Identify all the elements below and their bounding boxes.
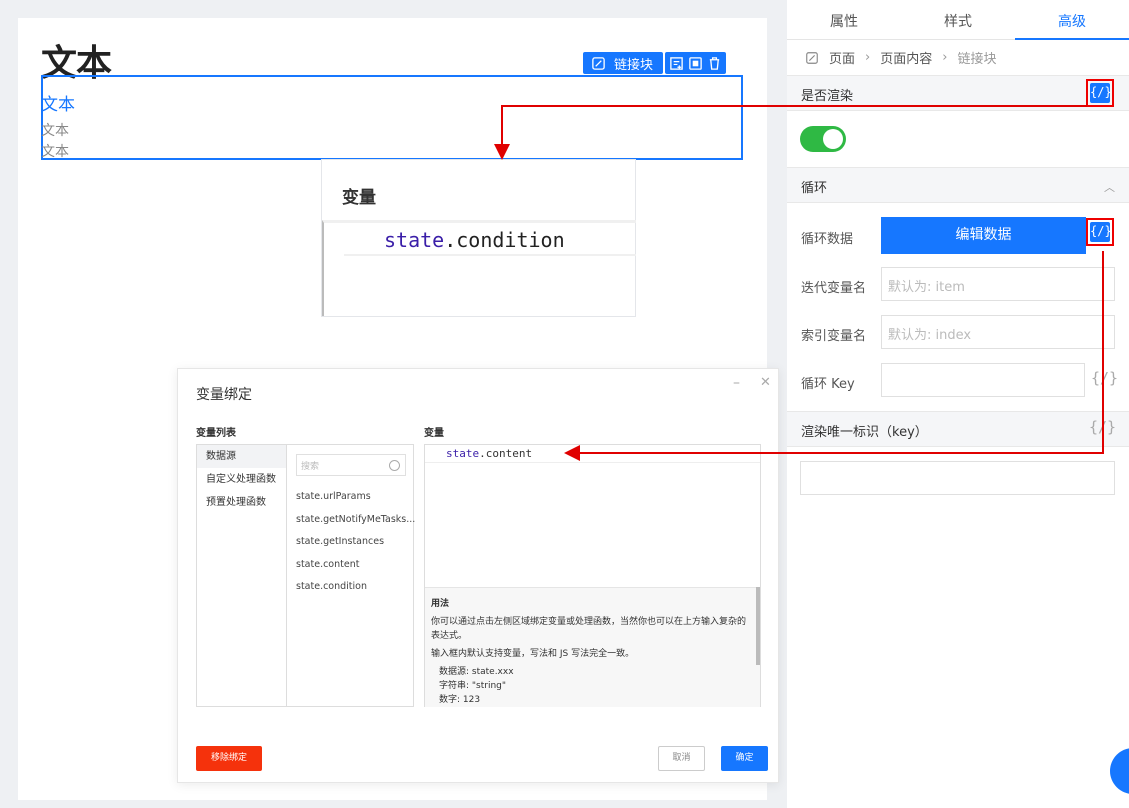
loop-variable-button[interactable]: {/} [1086, 218, 1114, 246]
variable-popover-title: 变量 [342, 188, 376, 208]
render-toggle[interactable] [800, 126, 846, 152]
edit-icon [806, 51, 818, 64]
edit-icon [592, 56, 605, 70]
tab-advanced[interactable]: 高级 [1058, 11, 1086, 31]
usage-help: 用法 你可以通过点击左侧区域绑定变量或处理函数，当然你也可以在上方输入复杂的表达… [425, 587, 760, 707]
link-text[interactable]: 文本 [41, 90, 75, 115]
code-line[interactable]: state.condition [344, 226, 636, 256]
variable-item[interactable]: state.content [296, 559, 359, 570]
link-block-button[interactable]: 链接块 [583, 52, 664, 74]
variable-list-label: 变量列表 [196, 428, 236, 439]
usage-paragraph-1: 你可以通过点击左侧区域绑定变量或处理函数，当然你也可以在上方输入复杂的表达式。 [431, 617, 747, 641]
loop-section-header[interactable]: 循环 [787, 167, 1129, 203]
tab-style[interactable]: 样式 [944, 11, 972, 31]
category-datasource[interactable]: 数据源 [197, 445, 286, 468]
breadcrumb-content[interactable]: 页面内容 [880, 48, 932, 67]
toggle-knob [823, 129, 843, 149]
loop-data-label: 循环数据 [801, 232, 854, 247]
edit-data-button[interactable]: 编辑数据 [881, 217, 1086, 254]
delete-icon[interactable] [707, 56, 722, 71]
variable-item[interactable]: state.condition [296, 581, 367, 592]
search-icon [389, 460, 400, 471]
help-scrollbar[interactable] [756, 587, 760, 665]
block-actions [665, 52, 727, 74]
variable-item[interactable]: state.getNotifyMeTasks... [296, 514, 415, 525]
key-section-header: 渲染唯一标识（key） [787, 411, 1129, 447]
usage-example-3: 数字: 123 [439, 695, 481, 705]
search-placeholder: 搜索 [301, 462, 320, 472]
chevron-right-icon: › [865, 50, 871, 65]
usage-paragraph-2: 输入框内默认支持变量，写法和 JS 写法完全一致。 [431, 649, 635, 659]
variable-binding-icon: {/} [1090, 83, 1112, 103]
close-icon[interactable]: ✕ [760, 375, 771, 390]
usage-example-1: 数据源: state.xxx [439, 667, 514, 677]
minimize-icon[interactable]: – [733, 375, 740, 391]
remove-binding-button[interactable]: 移除绑定 [196, 746, 262, 771]
breadcrumb: 页面 › 页面内容 › 链接块 [805, 48, 996, 67]
variable-popover: 变量 state.condition [321, 159, 636, 317]
usage-example-2: 字符串: "string" [439, 681, 507, 691]
loop-key-input[interactable] [881, 363, 1085, 397]
breadcrumb-current: 链接块 [957, 52, 997, 67]
variable-item[interactable]: state.urlParams [296, 491, 371, 502]
variable-column: 搜索 state.urlParams state.getNotifyMeTask… [288, 445, 415, 706]
add-block-icon[interactable] [669, 56, 684, 71]
cancel-button[interactable]: 取消 [658, 746, 705, 771]
dialog-title: 变量绑定 [196, 387, 252, 403]
key-input[interactable] [800, 461, 1115, 495]
variable-label: 变量 [424, 428, 444, 439]
iter-var-input[interactable]: 默认为: item [881, 267, 1115, 301]
index-var-label: 索引变量名 [801, 329, 867, 344]
category-column: 数据源 自定义处理函数 预置处理函数 [197, 445, 287, 706]
loop-key-label: 循环 Key [801, 377, 855, 392]
copy-icon[interactable] [688, 56, 703, 71]
render-variable-button[interactable]: {/} [1086, 79, 1114, 107]
variable-item[interactable]: state.getInstances [296, 536, 384, 547]
category-custom-functions[interactable]: 自定义处理函数 [197, 468, 286, 491]
usage-heading: 用法 [431, 599, 450, 609]
variable-editor[interactable]: state.condition [322, 220, 636, 316]
expression-keyword: state [446, 447, 480, 460]
selected-block-outline[interactable] [41, 75, 743, 160]
search-input[interactable]: 搜索 [296, 454, 406, 476]
iter-var-label: 迭代变量名 [801, 281, 867, 296]
key-section-title: 渲染唯一标识（key） [801, 425, 928, 440]
render-section-title: 是否渲染 [801, 89, 854, 104]
chevron-up-icon[interactable]: ︿ [1104, 179, 1115, 195]
active-tab-indicator [1015, 38, 1129, 40]
index-var-input[interactable]: 默认为: index [881, 315, 1115, 349]
code-keyword: state [384, 228, 445, 252]
text-item-2: 文本 [41, 144, 69, 160]
panel-tabs: 属性 样式 高级 [787, 0, 1129, 40]
loop-key-variable-icon[interactable]: {/} [1091, 369, 1118, 387]
expression-line[interactable]: state.content [425, 445, 760, 463]
loop-section-title: 循环 [801, 181, 828, 196]
code-property: .condition [444, 228, 565, 252]
confirm-button[interactable]: 确定 [721, 746, 768, 771]
render-section-header: 是否渲染 [787, 75, 1129, 111]
category-preset-functions[interactable]: 预置处理函数 [197, 491, 286, 514]
expression-editor[interactable]: state.content 用法 你可以通过点击左侧区域绑定变量或处理函数，当然… [424, 444, 761, 707]
variable-list: 数据源 自定义处理函数 预置处理函数 搜索 state.urlParams st… [196, 444, 415, 707]
chevron-right-icon: › [942, 50, 948, 65]
properties-panel: 属性 样式 高级 页面 › 页面内容 › 链接块 是否渲染 {/} 循环 ︿ 循… [787, 0, 1129, 808]
breadcrumb-page[interactable]: 页面 [829, 48, 855, 67]
variable-binding-dialog: 变量绑定 – ✕ 变量列表 变量 数据源 自定义处理函数 预置处理函数 搜索 s… [177, 368, 779, 783]
text-item-1: 文本 [41, 123, 69, 139]
link-block-label: 链接块 [614, 57, 654, 73]
key-variable-icon[interactable]: {/} [1089, 418, 1116, 436]
tab-properties[interactable]: 属性 [830, 11, 858, 31]
block-toolbar: 链接块 [583, 52, 727, 74]
variable-binding-icon: {/} [1090, 222, 1112, 242]
expression-property: .content [479, 447, 533, 460]
